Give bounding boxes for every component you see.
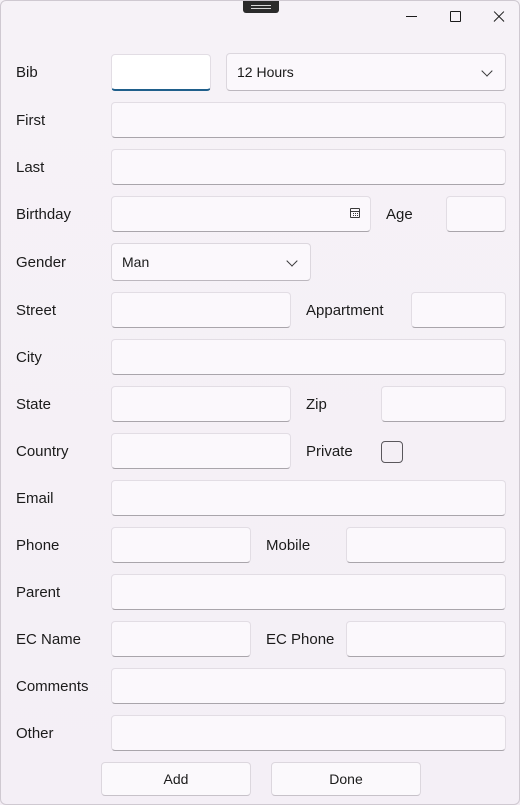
last-label: Last bbox=[16, 159, 45, 176]
comments-input[interactable] bbox=[111, 668, 506, 704]
parent-label: Parent bbox=[16, 584, 61, 601]
duration-selected-value: 12 Hours bbox=[237, 64, 294, 80]
state-label: State bbox=[16, 396, 52, 413]
calendar-icon[interactable] bbox=[350, 208, 360, 218]
close-button[interactable] bbox=[477, 1, 519, 31]
other-input[interactable] bbox=[111, 715, 506, 751]
parent-input[interactable] bbox=[111, 574, 506, 610]
zip-input[interactable] bbox=[381, 386, 506, 422]
bib-input[interactable] bbox=[111, 54, 211, 91]
duration-select[interactable]: 12 Hours bbox=[226, 53, 506, 91]
email-input[interactable] bbox=[111, 480, 506, 516]
email-label: Email bbox=[16, 490, 54, 507]
minimize-icon bbox=[405, 15, 417, 17]
private-checkbox[interactable] bbox=[381, 441, 403, 463]
chevron-down-icon bbox=[286, 255, 298, 267]
ec-phone-input[interactable] bbox=[346, 621, 506, 657]
minimize-button[interactable] bbox=[389, 1, 433, 31]
zip-label: Zip bbox=[306, 396, 327, 413]
add-button[interactable]: Add bbox=[101, 762, 251, 796]
other-label: Other bbox=[16, 725, 54, 742]
maximize-icon bbox=[449, 10, 461, 22]
ec-name-label: EC Name bbox=[16, 631, 82, 648]
country-input[interactable] bbox=[111, 433, 291, 469]
appartment-input[interactable] bbox=[411, 292, 506, 328]
phone-input[interactable] bbox=[111, 527, 251, 563]
gender-select[interactable]: Man bbox=[111, 243, 311, 281]
comments-label: Comments bbox=[16, 678, 89, 695]
phone-label: Phone bbox=[16, 537, 60, 554]
mobile-label: Mobile bbox=[266, 537, 311, 554]
state-input[interactable] bbox=[111, 386, 291, 422]
chevron-down-icon bbox=[481, 65, 493, 77]
country-label: Country bbox=[16, 443, 69, 460]
age-input[interactable] bbox=[446, 196, 506, 232]
street-input[interactable] bbox=[111, 292, 291, 328]
birthday-date-picker[interactable] bbox=[111, 196, 371, 232]
drag-handle[interactable] bbox=[243, 1, 279, 13]
city-label: City bbox=[16, 349, 42, 366]
bib-label: Bib bbox=[16, 64, 38, 81]
last-name-input[interactable] bbox=[111, 149, 506, 185]
street-label: Street bbox=[16, 302, 57, 319]
appartment-label: Appartment bbox=[306, 302, 384, 319]
private-label: Private bbox=[306, 443, 353, 460]
ec-name-input[interactable] bbox=[111, 621, 251, 657]
first-name-input[interactable] bbox=[111, 102, 506, 138]
mobile-input[interactable] bbox=[346, 527, 506, 563]
age-label: Age bbox=[386, 206, 413, 223]
maximize-button[interactable] bbox=[433, 1, 477, 31]
gender-selected-value: Man bbox=[122, 254, 150, 270]
app-window: Bib 12 Hours First Last Birthday Age Gen… bbox=[0, 0, 520, 805]
first-label: First bbox=[16, 112, 46, 129]
done-button[interactable]: Done bbox=[271, 762, 421, 796]
close-icon bbox=[493, 10, 505, 22]
birthday-label: Birthday bbox=[16, 206, 72, 223]
ec-phone-label: EC Phone bbox=[266, 631, 335, 648]
gender-label: Gender bbox=[16, 254, 67, 271]
city-input[interactable] bbox=[111, 339, 506, 375]
